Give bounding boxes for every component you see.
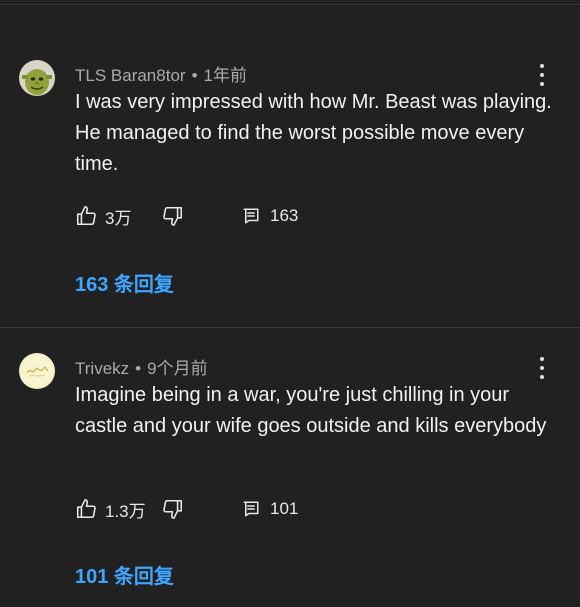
reply-button[interactable]: 163 [242,203,298,229]
comment-author[interactable]: Trivekz [75,359,129,378]
reply-count: 163 [270,206,299,225]
thumbs-up-icon [76,499,96,519]
more-options-icon[interactable] [532,357,552,379]
comment-icon [243,501,259,517]
avatar[interactable] [19,60,55,96]
comment-time[interactable]: 9个月前 [147,359,207,378]
view-replies-link[interactable]: 163 条回复 [75,268,174,297]
like-count: 1.3万 [105,501,146,521]
shrek-avatar-icon [19,60,55,96]
top-spacer [0,5,580,34]
meta-separator: • [191,66,198,85]
like-button[interactable]: 3万 [75,203,131,229]
comment-item: Trivekz • 9个月前 Imagine being in a war, you… [0,328,580,607]
comment-actions: 3万 163 [75,203,495,229]
meta-separator: • [135,359,142,378]
comment-item: TLS Baran8tor • 1年前 I was very impressed w… [0,34,580,327]
like-button[interactable]: 1.3万 [75,496,146,522]
comment-actions: 1.3万 101 [75,496,495,522]
dislike-button[interactable] [162,496,184,522]
comment-icon [243,208,259,224]
more-options-icon[interactable] [532,64,552,86]
comment-meta: TLS Baran8tor • 1年前 [75,61,247,86]
avatar[interactable] [19,353,55,389]
comment-text: Imagine being in a war, you're just chil… [75,384,547,437]
reply-count: 101 [270,499,299,518]
like-count: 3万 [105,208,132,228]
comment-time[interactable]: 1年前 [204,66,247,85]
view-replies-link[interactable]: 101 条回复 [75,560,174,589]
comment-author[interactable]: TLS Baran8tor [75,66,186,85]
comment-meta: Trivekz • 9个月前 [75,354,208,379]
dislike-button[interactable] [162,203,184,229]
thumbs-up-icon [76,206,96,226]
thumbs-down-icon [163,206,183,226]
thumbs-down-icon [163,499,183,519]
comment-text: I was very impressed with how Mr. Beast … [75,91,552,175]
script-logo-avatar-icon [19,353,55,389]
reply-button[interactable]: 101 [242,496,298,522]
